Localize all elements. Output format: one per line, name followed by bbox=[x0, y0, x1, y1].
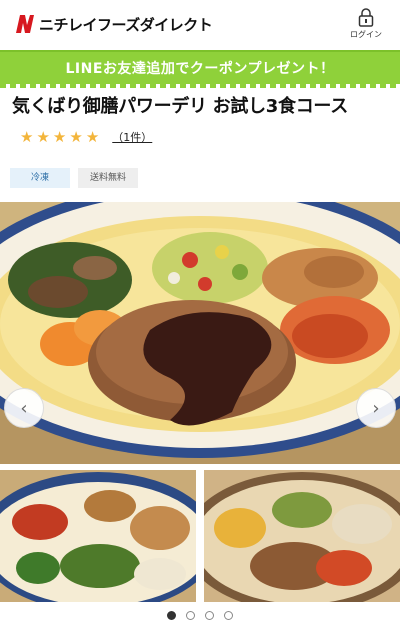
meal-thumbnail-image bbox=[0, 470, 196, 602]
product-rating: ★ ★ ★ ★ ★ （1件） bbox=[20, 129, 152, 145]
review-count-link[interactable]: （1件） bbox=[112, 129, 152, 145]
chevron-left-icon: ‹ bbox=[20, 397, 28, 419]
meal-thumbnail-image bbox=[204, 470, 400, 602]
product-tags: 冷凍 送料無料 bbox=[10, 168, 146, 188]
star-icon: ★ bbox=[85, 128, 100, 146]
star-icon: ★ bbox=[52, 128, 67, 146]
product-title: 気くばり御膳パワーデリ お試し3食コース bbox=[12, 96, 348, 117]
product-main-image[interactable] bbox=[0, 202, 400, 464]
carousel-prev-button[interactable]: ‹ bbox=[4, 388, 44, 428]
line-banner-text: LINEお友達追加でクーポンプレゼント！ bbox=[65, 61, 335, 77]
product-thumbnail-2[interactable] bbox=[204, 470, 400, 602]
carousel-pagination bbox=[0, 611, 400, 620]
banner-stripe bbox=[0, 84, 400, 88]
meal-plate-image bbox=[0, 202, 400, 464]
brand-logo[interactable]: ニチレイフーズダイレクト bbox=[14, 13, 213, 35]
nichirei-logo-icon bbox=[16, 15, 34, 33]
tag-free-shipping: 送料無料 bbox=[78, 168, 138, 188]
star-icon: ★ bbox=[20, 128, 34, 146]
tag-frozen: 冷凍 bbox=[10, 168, 70, 188]
product-thumbnail-1[interactable] bbox=[0, 470, 196, 602]
brand-name: ニチレイフーズダイレクト bbox=[39, 15, 213, 34]
carousel-dot-2[interactable] bbox=[186, 611, 195, 620]
site-header: ニチレイフーズダイレクト ログイン bbox=[0, 0, 400, 50]
login-button[interactable]: ログイン bbox=[348, 8, 384, 40]
chevron-right-icon: › bbox=[372, 397, 380, 419]
star-icon: ★ bbox=[36, 128, 50, 146]
star-icon: ★ bbox=[69, 128, 83, 146]
login-label: ログイン bbox=[350, 30, 382, 39]
line-coupon-banner[interactable]: LINEお友達追加でクーポンプレゼント！ bbox=[0, 50, 400, 88]
carousel-next-button[interactable]: › bbox=[356, 388, 396, 428]
carousel-dot-3[interactable] bbox=[205, 611, 214, 620]
carousel-dot-4[interactable] bbox=[224, 611, 233, 620]
lock-icon bbox=[358, 8, 374, 27]
carousel-dot-1[interactable] bbox=[167, 611, 176, 620]
